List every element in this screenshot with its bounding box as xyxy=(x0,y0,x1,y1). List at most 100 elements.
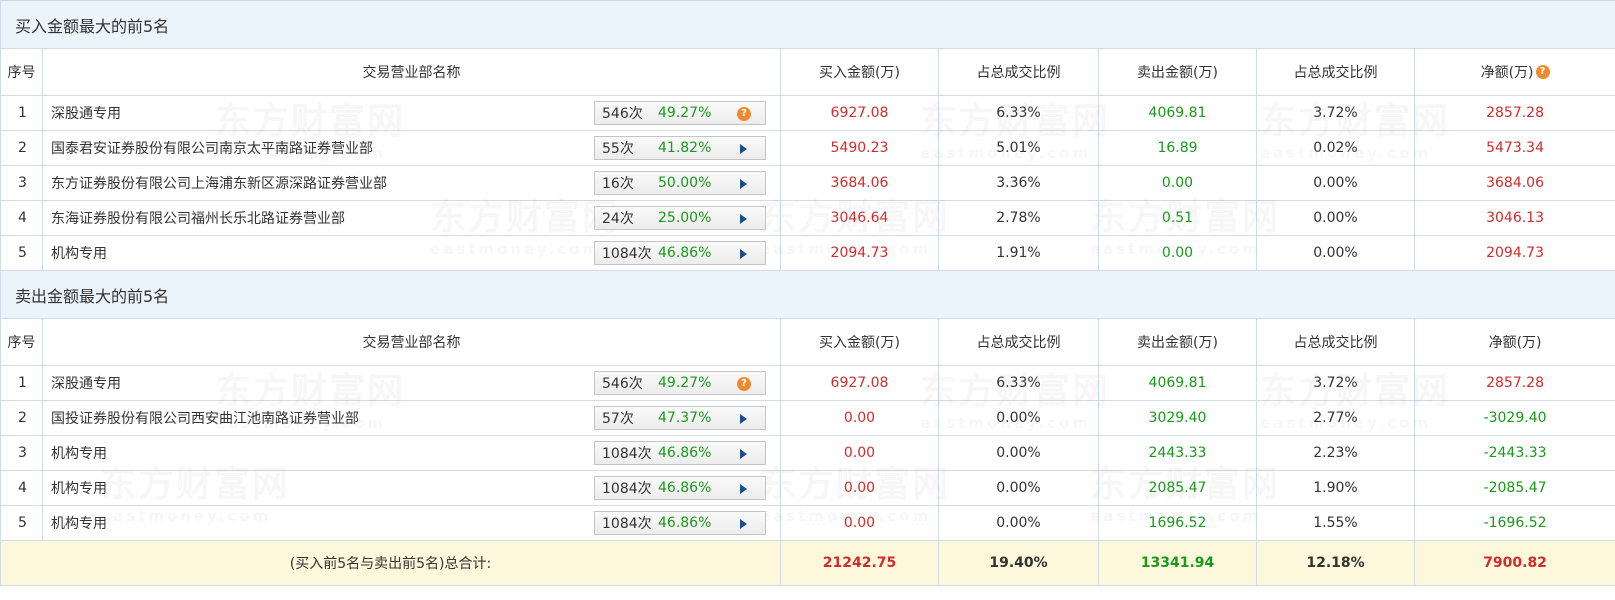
win-rate: 50.00% xyxy=(658,175,712,191)
row-index: 1 xyxy=(0,365,43,401)
broker-name[interactable]: 机构专用 xyxy=(51,443,107,463)
buy-amount: 0.00 xyxy=(780,400,939,436)
play-arrow-icon[interactable] xyxy=(737,517,751,531)
buy-amount: 6927.08 xyxy=(780,365,939,401)
broker-stat-box[interactable]: 1084次 46.86% xyxy=(594,441,766,465)
buy-amount: 0.00 xyxy=(780,505,939,541)
trade-count: 546次 xyxy=(602,376,643,392)
broker-cell: 机构专用 1084次 46.86% xyxy=(42,470,781,506)
broker-stat-box[interactable]: 1084次 46.86% xyxy=(594,241,766,265)
broker-name[interactable]: 国泰君安证券股份有限公司南京太平南路证券营业部 xyxy=(51,138,373,158)
header-row: 序号 交易营业部名称 买入金额(万) 占总成交比例 卖出金额(万) 占总成交比例… xyxy=(0,318,1615,366)
col-header-net: 净额(万)? xyxy=(1413,48,1615,96)
net-amount: 2857.28 xyxy=(1413,365,1615,401)
play-arrow-icon[interactable] xyxy=(737,447,751,461)
buy-amount: 0.00 xyxy=(780,435,939,471)
broker-name[interactable]: 机构专用 xyxy=(51,243,107,263)
total-buy-ratio: 19.40% xyxy=(938,540,1099,586)
table-row: 2 国泰君安证券股份有限公司南京太平南路证券营业部 55次 41.82% 5490.23… xyxy=(0,130,1615,166)
row-index: 4 xyxy=(0,200,43,236)
broker-cell: 深股通专用 546次 49.27%? xyxy=(42,365,781,401)
buy-ratio: 6.33% xyxy=(938,95,1099,131)
sell-ratio: 3.72% xyxy=(1256,365,1415,401)
broker-name[interactable]: 深股通专用 xyxy=(51,103,121,123)
buy-ratio: 5.01% xyxy=(938,130,1099,166)
broker-stat-box[interactable]: 546次 49.27%? xyxy=(594,371,766,395)
play-arrow-icon[interactable] xyxy=(737,142,751,156)
play-arrow-icon[interactable] xyxy=(737,177,751,191)
table-row: 4 东海证券股份有限公司福州长乐北路证券营业部 24次 25.00% 3046.64 2.… xyxy=(0,200,1615,236)
buy-ratio: 3.36% xyxy=(938,165,1099,201)
net-amount: 3684.06 xyxy=(1413,165,1615,201)
table-row: 5 机构专用 1084次 46.86% 2094.73 1.91% 0.00 0.00% 209… xyxy=(0,235,1615,271)
sell-amount: 0.00 xyxy=(1098,165,1257,201)
play-arrow-icon[interactable] xyxy=(737,412,751,426)
broker-name[interactable]: 深股通专用 xyxy=(51,373,121,393)
table-row: 3 东方证券股份有限公司上海浦东新区源深路证券营业部 16次 50.00% 3684.0… xyxy=(0,165,1615,201)
broker-stat-box[interactable]: 55次 41.82% xyxy=(594,136,766,160)
broker-name[interactable]: 东方证券股份有限公司上海浦东新区源深路证券营业部 xyxy=(51,173,387,193)
sell-amount: 0.00 xyxy=(1098,235,1257,271)
broker-cell: 东方证券股份有限公司上海浦东新区源深路证券营业部 16次 50.00% xyxy=(42,165,781,201)
buy-ratio: 6.33% xyxy=(938,365,1099,401)
net-amount: 2094.73 xyxy=(1413,235,1615,271)
table-row: 1 深股通专用 546次 49.27%? 6927.08 6.33% 4069.81 3.72… xyxy=(0,365,1615,401)
net-help-icon[interactable]: ? xyxy=(1535,65,1550,79)
broker-stat-box[interactable]: 24次 25.00% xyxy=(594,206,766,230)
broker-name[interactable]: 东海证券股份有限公司福州长乐北路证券营业部 xyxy=(51,208,345,228)
question-icon[interactable]: ? xyxy=(737,377,751,391)
table-row: 3 机构专用 1084次 46.86% 0.00 0.00% 2443.33 2.23% -24… xyxy=(0,435,1615,471)
table-row: 4 机构专用 1084次 46.86% 0.00 0.00% 2085.47 1.90% -20… xyxy=(0,470,1615,506)
win-rate: 41.82% xyxy=(658,140,712,156)
broker-stat-box[interactable]: 546次 49.27%? xyxy=(594,101,766,125)
play-arrow-icon[interactable] xyxy=(737,247,751,261)
win-rate: 47.37% xyxy=(658,410,712,426)
buy-ratio: 2.78% xyxy=(938,200,1099,236)
row-index: 5 xyxy=(0,235,43,271)
broker-name[interactable]: 机构专用 xyxy=(51,513,107,533)
col-header-index: 序号 xyxy=(0,318,43,366)
broker-name[interactable]: 机构专用 xyxy=(51,478,107,498)
sell-amount: 3029.40 xyxy=(1098,400,1257,436)
total-row: (买入前5名与卖出前5名)总合计: 21242.75 19.40% 13341.… xyxy=(0,540,1615,586)
broker-stat-box[interactable]: 1084次 46.86% xyxy=(594,476,766,500)
broker-table: 买入金额最大的前5名 序号 交易营业部名称 买入金额(万) 占总成交比例 卖出金… xyxy=(0,0,1615,586)
sell-amount: 4069.81 xyxy=(1098,95,1257,131)
play-arrow-icon[interactable] xyxy=(737,482,751,496)
trade-count: 24次 xyxy=(602,211,634,227)
broker-cell: 国泰君安证券股份有限公司南京太平南路证券营业部 55次 41.82% xyxy=(42,130,781,166)
buy-ratio: 0.00% xyxy=(938,505,1099,541)
sell-ratio: 2.77% xyxy=(1256,400,1415,436)
broker-cell: 国投证券股份有限公司西安曲江池南路证券营业部 57次 47.37% xyxy=(42,400,781,436)
row-index: 2 xyxy=(0,130,43,166)
trade-count: 1084次 xyxy=(602,516,652,532)
col-header-sell-ratio: 占总成交比例 xyxy=(1256,318,1415,366)
col-header-buy-ratio: 占总成交比例 xyxy=(938,48,1099,96)
trade-count: 1084次 xyxy=(602,481,652,497)
row-index: 3 xyxy=(0,165,43,201)
row-index: 5 xyxy=(0,505,43,541)
win-rate: 46.86% xyxy=(658,245,712,261)
buy-amount: 0.00 xyxy=(780,470,939,506)
win-rate: 49.27% xyxy=(658,105,712,121)
broker-cell: 机构专用 1084次 46.86% xyxy=(42,505,781,541)
sell-ratio: 0.00% xyxy=(1256,235,1415,271)
broker-stat-box[interactable]: 57次 47.37% xyxy=(594,406,766,430)
trade-count: 1084次 xyxy=(602,246,652,262)
broker-name[interactable]: 国投证券股份有限公司西安曲江池南路证券营业部 xyxy=(51,408,359,428)
sell-ratio: 3.72% xyxy=(1256,95,1415,131)
broker-cell: 东海证券股份有限公司福州长乐北路证券营业部 24次 25.00% xyxy=(42,200,781,236)
col-header-buy: 买入金额(万) xyxy=(780,48,939,96)
trade-count: 546次 xyxy=(602,106,643,122)
play-arrow-icon[interactable] xyxy=(737,212,751,226)
question-icon[interactable]: ? xyxy=(737,107,751,121)
broker-stat-box[interactable]: 16次 50.00% xyxy=(594,171,766,195)
table-row: 2 国投证券股份有限公司西安曲江池南路证券营业部 57次 47.37% 0.00 0.00… xyxy=(0,400,1615,436)
header-row: 序号 交易营业部名称 买入金额(万) 占总成交比例 卖出金额(万) 占总成交比例… xyxy=(0,48,1615,96)
sell-ratio: 0.00% xyxy=(1256,200,1415,236)
sell-ratio: 0.00% xyxy=(1256,165,1415,201)
broker-cell: 深股通专用 546次 49.27%? xyxy=(42,95,781,131)
broker-stat-box[interactable]: 1084次 46.86% xyxy=(594,511,766,535)
net-amount: -2443.33 xyxy=(1413,435,1615,471)
sell-ratio: 0.02% xyxy=(1256,130,1415,166)
